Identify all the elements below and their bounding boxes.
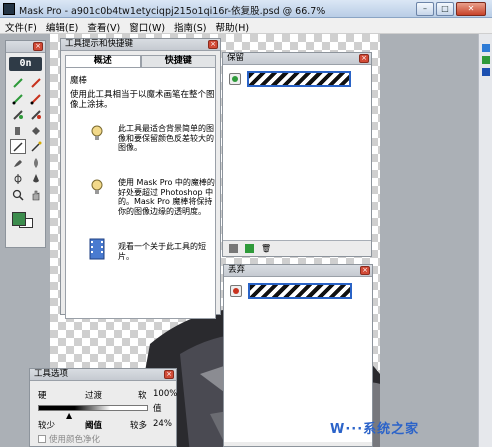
tips-panel: 工具提示和快捷键 × 概述 快捷键 魔棒 使用此工具相当于以魔术画笔在整个图像上… [60,38,221,319]
keep-panel-header[interactable]: 保留 × [223,53,371,65]
tips-close-icon[interactable]: × [208,40,218,49]
brush-icon[interactable] [10,155,26,170]
right-strip[interactable] [478,34,492,447]
tips-tabs: 概述 快捷键 [65,55,216,67]
blur-icon[interactable] [28,155,44,170]
eyedropper-drop-icon[interactable] [28,75,44,90]
eyedropper-icon[interactable] [10,171,26,186]
color-swatches[interactable] [12,208,36,228]
tool-options-panel: 工具选项 × 硬 过渡 软 100% ▲ 值 较少 阈值 较多 24% 使用颜色… [29,368,177,447]
options-panel-title: 工具选项 [34,369,69,379]
close-button[interactable]: ✕ [456,2,486,16]
onone-logo: 0n [9,57,42,71]
threshold-label: 阈值 [85,421,103,431]
keep-color-dot[interactable] [229,73,241,85]
foreground-color-swatch[interactable] [12,212,26,226]
watermark: W···系统之家 [330,422,420,437]
chisel-icon[interactable] [10,123,26,138]
keep-panel: 保留 × 🗑 [222,52,372,257]
tip-row-1: 此工具最适合背景简单的图像和要保留颜色反差较大的图像。 [88,124,216,153]
tool-description: 使用此工具相当于以魔术画笔在整个图像上涂抹。 [70,90,215,110]
slider-marker-icon[interactable]: ▲ [66,411,72,420]
keep-color-list [223,65,371,240]
discard-color-row[interactable] [230,283,352,299]
menu-window[interactable]: 窗口(W) [124,18,169,34]
value-label: 值 [153,404,162,414]
lightbulb-icon [91,179,103,194]
tip-row-2: 使用 Mask Pro 中的魔棒的好处要超过 Photoshop 中的。Mask… [88,178,216,216]
tips-panel-header[interactable]: 工具提示和快捷键 × [61,39,220,51]
tool-name: 魔棒 [70,76,88,86]
magic-brush-keep-icon[interactable] [10,107,26,122]
keep-color-row[interactable] [229,71,351,87]
tools-close-icon[interactable]: × [33,42,43,51]
tip-row-3[interactable]: 观看一个关于此工具的短片。 [88,238,216,261]
discard-color-swatch[interactable] [248,283,352,299]
pen-keep-icon[interactable] [10,91,26,106]
magic-wand-icon[interactable] [28,139,44,154]
menu-file[interactable]: 文件(F) [0,18,41,34]
purify-checkbox[interactable] [38,435,46,443]
hand-icon[interactable] [28,187,44,202]
purify-label: 使用颜色净化 [49,435,101,445]
strip-swatch-blue [482,44,490,52]
keep-color-swatch[interactable] [247,71,351,87]
maximize-button[interactable]: □ [436,2,454,16]
discard-panel-title: 丢弃 [228,265,246,275]
tip-text-2: 使用 Mask Pro 中的魔棒的好处要超过 Photoshop 中的。Mask… [118,178,215,216]
more-percent: 24% [153,419,172,429]
menu-bar: 文件(F) 编辑(E) 查看(V) 窗口(W) 指南(S) 帮助(H) [0,18,492,34]
magnifier-icon[interactable] [10,187,26,202]
tools-panel-header[interactable]: × [6,41,45,53]
transition-slider[interactable] [38,405,148,411]
tab-overview[interactable]: 概述 [65,55,141,67]
purify-option[interactable]: 使用颜色净化 [38,433,100,445]
tips-panel-title: 工具提示和快捷键 [65,39,134,49]
keep-panel-footer: 🗑 [223,240,371,256]
menu-help[interactable]: 帮助(H) [211,18,254,34]
keep-trash-icon[interactable]: 🗑 [261,244,271,253]
menu-view[interactable]: 查看(V) [82,18,124,34]
magic-pen-icon[interactable] [10,139,26,154]
eyedropper-keep-icon[interactable] [10,75,26,90]
app-icon [3,3,15,15]
soft-percent: 100% [153,389,178,399]
transition-label: 过渡 [85,391,103,401]
options-close-icon[interactable]: × [164,370,174,379]
keep-close-icon[interactable]: × [359,54,369,63]
window-title: Mask Pro - a901c0b4tw1etyciqpj215o1qi16r… [19,6,326,17]
menu-edit[interactable]: 编辑(E) [41,18,82,34]
lightbulb-icon [91,125,103,140]
magic-brush-drop-icon[interactable] [28,107,44,122]
tools-panel: × 0n [5,40,46,248]
less-label: 较少 [38,421,56,431]
discard-close-icon[interactable]: × [360,266,370,275]
dropper-icon[interactable] [28,171,44,186]
tips-body: 魔棒 使用此工具相当于以魔术画笔在整个图像上涂抹。 此工具最适合背景简单的图像和… [65,67,216,319]
tip-text-1: 此工具最适合背景简单的图像和要保留颜色反差较大的图像。 [118,124,214,152]
keep-new-icon[interactable] [229,244,238,253]
keep-add-icon[interactable] [245,244,254,253]
minimize-button[interactable]: – [416,2,434,16]
menu-guide[interactable]: 指南(S) [169,18,210,34]
bucket-icon[interactable] [28,123,44,138]
film-icon[interactable] [88,238,106,260]
soft-label: 软 [138,391,147,401]
discard-panel-header[interactable]: 丢弃 × [224,265,372,277]
tab-shortcuts[interactable]: 快捷键 [140,55,216,67]
options-panel-header[interactable]: 工具选项 × [30,369,176,381]
hard-label: 硬 [38,391,47,401]
pen-drop-icon[interactable] [28,91,44,106]
more-label: 较多 [130,421,148,431]
title-bar: Mask Pro - a901c0b4tw1etyciqpj215o1qi16r… [0,0,492,18]
strip-swatch-green [482,56,490,64]
keep-panel-title: 保留 [227,53,245,63]
tip-text-3[interactable]: 观看一个关于此工具的短片。 [118,242,216,261]
discard-color-dot[interactable] [230,285,242,297]
strip-swatch-darkblue [482,68,490,76]
